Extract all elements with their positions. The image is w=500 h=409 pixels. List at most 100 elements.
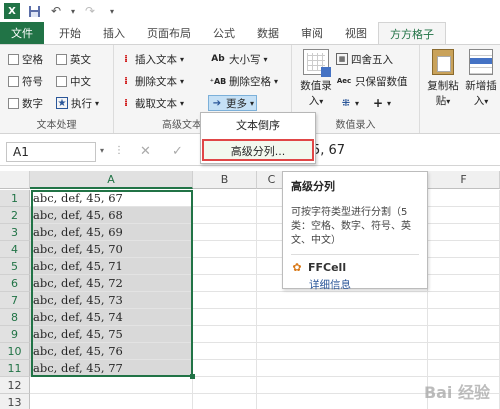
cell[interactable]: [257, 394, 428, 409]
cell-a[interactable]: abc, def, 45, 75: [30, 326, 193, 343]
cell[interactable]: [193, 190, 257, 207]
formula-input[interactable]: 5, 67: [312, 143, 345, 158]
delete-text-button[interactable]: ⁞ 删除文本 ▾: [120, 73, 184, 89]
row-header[interactable]: 5: [0, 258, 30, 275]
tab-page-layout[interactable]: 页面布局: [136, 22, 202, 44]
column-header-b[interactable]: B: [193, 171, 257, 189]
cell-a[interactable]: abc, def, 45, 68: [30, 207, 193, 224]
tab-file[interactable]: 文件: [0, 22, 44, 44]
cell[interactable]: [428, 258, 500, 275]
tab-home[interactable]: 开始: [48, 22, 92, 44]
cell[interactable]: [428, 309, 500, 326]
name-box-dropdown-icon[interactable]: ▾: [100, 146, 104, 155]
add-insert-button[interactable]: 新增插 入▾: [462, 49, 500, 108]
cell[interactable]: [193, 377, 257, 394]
cell[interactable]: [193, 207, 257, 224]
cell-a[interactable]: abc, def, 45, 71: [30, 258, 193, 275]
cell[interactable]: [193, 275, 257, 292]
row-header[interactable]: 1: [0, 190, 30, 207]
cell[interactable]: [193, 309, 257, 326]
checkbox-space[interactable]: 空格: [8, 51, 43, 67]
cell-a[interactable]: abc, def, 45, 69: [30, 224, 193, 241]
insert-text-button[interactable]: ⁞ 插入文本 ▾: [120, 51, 184, 67]
cell[interactable]: [428, 360, 500, 377]
copy-paste-button[interactable]: 复制粘 贴▾: [426, 49, 460, 108]
cell[interactable]: [193, 360, 257, 377]
name-box[interactable]: A1: [6, 142, 96, 162]
cell[interactable]: [428, 207, 500, 224]
fill-handle[interactable]: [190, 374, 195, 379]
cell[interactable]: [257, 377, 428, 394]
cell[interactable]: [428, 224, 500, 241]
cell[interactable]: [193, 343, 257, 360]
cell[interactable]: [257, 326, 428, 343]
execute-button[interactable]: ★ 执行 ▾: [56, 95, 99, 111]
cancel-icon[interactable]: ✕: [140, 144, 151, 159]
row-header[interactable]: 7: [0, 292, 30, 309]
cell[interactable]: [428, 241, 500, 258]
more-button[interactable]: ➔ 更多 ▾: [208, 95, 258, 111]
cell[interactable]: [193, 224, 257, 241]
tab-formulas[interactable]: 公式: [202, 22, 246, 44]
cell[interactable]: [193, 326, 257, 343]
menu-item-reverse-text[interactable]: 文本倒序: [201, 115, 315, 137]
cell[interactable]: [257, 309, 428, 326]
select-all-corner[interactable]: [0, 171, 30, 189]
row-header[interactable]: 10: [0, 343, 30, 360]
number-format-button[interactable]: ⁜ ▾: [340, 95, 359, 111]
cell-a[interactable]: abc, def, 45, 67: [30, 190, 193, 207]
undo-dropdown-icon[interactable]: ▾: [70, 3, 76, 19]
tab-view[interactable]: 视图: [334, 22, 378, 44]
cell-a[interactable]: abc, def, 45, 73: [30, 292, 193, 309]
checkbox-number[interactable]: 数字: [8, 95, 43, 111]
column-header-f[interactable]: F: [428, 171, 500, 189]
cell[interactable]: [193, 394, 257, 409]
menu-item-advanced-split[interactable]: 高级分列...: [202, 139, 314, 161]
cell[interactable]: [428, 326, 500, 343]
round-button[interactable]: ▦ 四舍五入: [336, 51, 393, 67]
cell[interactable]: [428, 292, 500, 309]
cell[interactable]: [193, 292, 257, 309]
cell[interactable]: [193, 258, 257, 275]
tab-data[interactable]: 数据: [246, 22, 290, 44]
cell-a[interactable]: abc, def, 45, 72: [30, 275, 193, 292]
row-header[interactable]: 3: [0, 224, 30, 241]
cell-a[interactable]: abc, def, 45, 70: [30, 241, 193, 258]
cell-a[interactable]: abc, def, 45, 76: [30, 343, 193, 360]
add-button[interactable]: + ▾: [372, 95, 391, 111]
tooltip-more-info-link[interactable]: 详细信息: [309, 277, 419, 292]
checkbox-symbol[interactable]: 符号: [8, 73, 43, 89]
cell-a[interactable]: [30, 377, 193, 394]
tab-fangfang[interactable]: 方方格子: [378, 22, 446, 44]
number-record-button[interactable]: 数值录 入▾: [298, 49, 334, 108]
tab-review[interactable]: 审阅: [290, 22, 334, 44]
redo-icon[interactable]: ↷: [82, 3, 98, 19]
row-header[interactable]: 4: [0, 241, 30, 258]
undo-icon[interactable]: ↶: [48, 3, 64, 19]
keep-value-button[interactable]: Aec 只保留数值: [336, 73, 408, 89]
cell-a[interactable]: abc, def, 45, 74: [30, 309, 193, 326]
case-button[interactable]: Ab 大小写 ▾: [210, 51, 267, 67]
delete-space-button[interactable]: ⁺AB 删除空格 ▾: [210, 73, 278, 89]
save-icon[interactable]: [26, 3, 42, 19]
cell[interactable]: [428, 343, 500, 360]
tab-insert[interactable]: 插入: [92, 22, 136, 44]
cell[interactable]: [257, 360, 428, 377]
extract-text-button[interactable]: ⁞ 截取文本 ▾: [120, 95, 184, 111]
cell[interactable]: [257, 292, 428, 309]
row-header[interactable]: 9: [0, 326, 30, 343]
cell[interactable]: [257, 343, 428, 360]
row-header[interactable]: 8: [0, 309, 30, 326]
row-header[interactable]: 12: [0, 377, 30, 394]
row-header[interactable]: 6: [0, 275, 30, 292]
cell[interactable]: [428, 275, 500, 292]
column-header-a[interactable]: A: [30, 171, 193, 189]
customize-qa-icon[interactable]: ▾: [104, 3, 120, 19]
cell-a[interactable]: abc, def, 45, 77: [30, 360, 193, 377]
row-header[interactable]: 11: [0, 360, 30, 377]
checkbox-english[interactable]: 英文: [56, 51, 91, 67]
enter-icon[interactable]: ✓: [172, 144, 183, 159]
cell-a[interactable]: [30, 394, 193, 409]
cell[interactable]: [193, 241, 257, 258]
cell[interactable]: [428, 190, 500, 207]
